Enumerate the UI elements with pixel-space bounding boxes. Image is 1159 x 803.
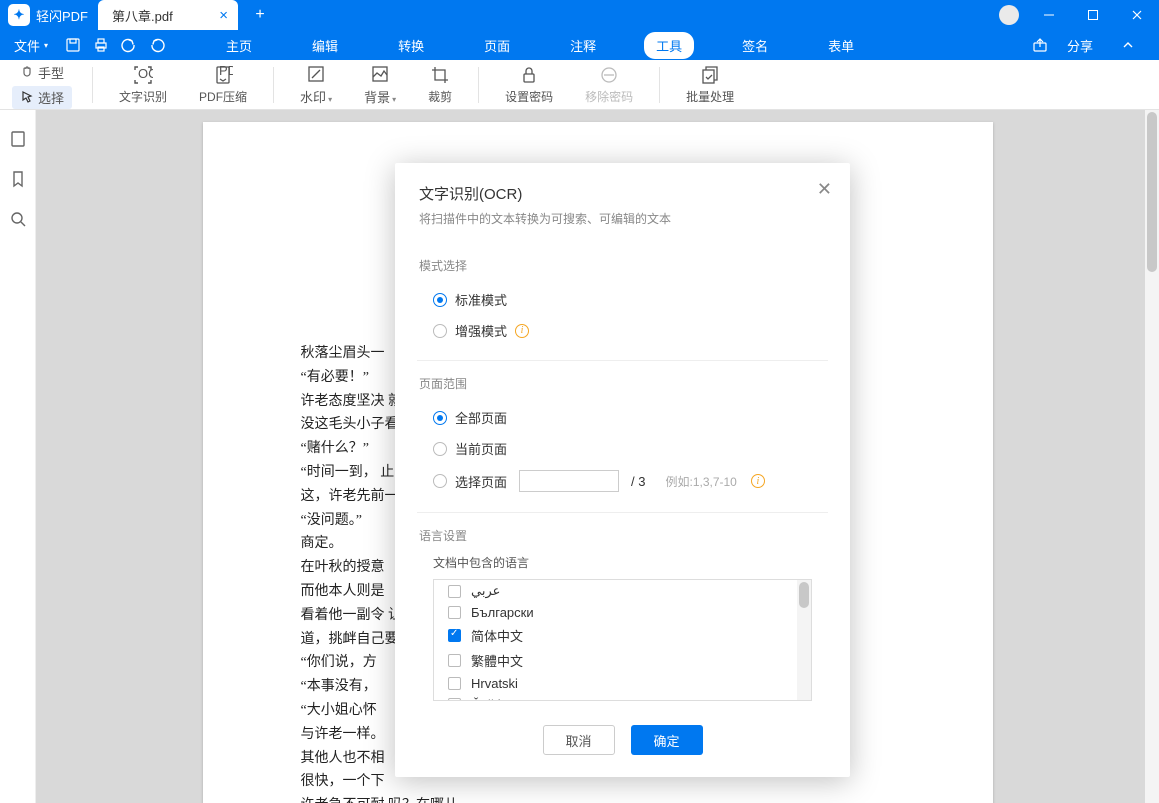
radio-icon — [433, 324, 447, 338]
crop-button[interactable]: 裁剪 — [412, 65, 468, 105]
checkbox-icon — [448, 698, 461, 701]
tab-edit[interactable]: 编辑 — [300, 32, 350, 59]
file-menu[interactable]: 文件▾ — [14, 36, 48, 55]
user-avatar-icon[interactable] — [999, 5, 1019, 25]
tab-tools[interactable]: 工具 — [644, 32, 694, 59]
ocr-dialog: 文字识别(OCR) 将扫描件中的文本转换为可搜索、可编辑的文本 ✕ 模式选择 标… — [395, 163, 850, 777]
language-option[interactable]: عربي — [434, 580, 811, 602]
page-range-input[interactable] — [519, 470, 619, 492]
tab-convert[interactable]: 转换 — [386, 32, 436, 59]
language-name: Čeština — [471, 697, 515, 701]
radio-icon — [433, 293, 447, 307]
language-name: عربي — [471, 583, 500, 599]
save-icon[interactable] — [62, 34, 84, 56]
dialog-subtitle: 将扫描件中的文本转换为可搜索、可编辑的文本 — [419, 210, 826, 227]
ok-button[interactable]: 确定 — [631, 725, 703, 755]
language-option[interactable]: 繁體中文 — [434, 648, 811, 673]
minimize-button[interactable] — [1027, 0, 1071, 30]
menu-bar: 文件▾ 主页 编辑 转换 页面 注释 工具 签名 表单 分享 — [0, 30, 1159, 60]
toolbar: 手型 选择 OCR文字识别 PDFPDF压缩 水印▾ 背景▾ 裁剪 设置密码 移… — [0, 60, 1159, 110]
tab-title: 第八章.pdf — [112, 6, 173, 25]
radio-standard-mode[interactable]: 标准模式 — [419, 284, 826, 315]
language-scrollbar[interactable] — [797, 580, 811, 700]
language-option[interactable]: Čeština — [434, 694, 811, 701]
checkbox-icon — [448, 654, 461, 667]
radio-all-pages[interactable]: 全部页面 — [419, 402, 826, 433]
close-window-button[interactable] — [1115, 0, 1159, 30]
document-tab[interactable]: 第八章.pdf × — [98, 0, 238, 30]
mode-section-title: 模式选择 — [419, 257, 826, 274]
radio-select-pages[interactable]: 选择页面 / 3 例如:1,3,7-10 i — [419, 464, 826, 498]
language-list: عربي Български 简体中文繁體中文 Hrvatski Čeština — [433, 579, 812, 701]
close-tab-icon[interactable]: × — [219, 7, 228, 24]
info-icon[interactable]: i — [751, 474, 765, 488]
batch-button[interactable]: 批量处理 — [670, 65, 750, 105]
page-hint: 例如:1,3,7-10 — [665, 473, 736, 490]
language-name: Hrvatski — [471, 676, 518, 691]
radio-current-page[interactable]: 当前页面 — [419, 433, 826, 464]
tab-annotate[interactable]: 注释 — [558, 32, 608, 59]
document-line: 许老急不可耐 吗？在哪儿 — [273, 794, 923, 803]
share-label[interactable]: 分享 — [1067, 36, 1093, 55]
add-tab-button[interactable]: + — [248, 3, 272, 27]
tab-form[interactable]: 表单 — [816, 32, 866, 59]
radio-icon — [433, 411, 447, 425]
undo-icon[interactable] — [118, 34, 140, 56]
checkbox-icon — [448, 629, 461, 642]
language-label: 文档中包含的语言 — [419, 554, 826, 571]
language-option[interactable]: Български — [434, 602, 811, 623]
radio-icon — [433, 442, 447, 456]
language-option[interactable]: 简体中文 — [434, 623, 811, 648]
title-bar: ✦ 轻闪PDF 第八章.pdf × + — [0, 0, 1159, 30]
info-icon[interactable]: i — [515, 324, 529, 338]
redo-icon[interactable] — [146, 34, 168, 56]
select-mode-button[interactable]: 选择 — [12, 86, 72, 109]
watermark-button[interactable]: 水印▾ — [284, 64, 348, 106]
thumbnails-icon[interactable] — [9, 130, 27, 148]
scroll-thumb[interactable] — [799, 582, 809, 608]
language-name: Български — [471, 605, 534, 620]
tab-sign[interactable]: 签名 — [730, 32, 780, 59]
print-icon[interactable] — [90, 34, 112, 56]
dialog-title: 文字识别(OCR) — [419, 183, 826, 204]
tab-page[interactable]: 页面 — [472, 32, 522, 59]
share-icon[interactable] — [1029, 34, 1051, 56]
radio-icon — [433, 474, 447, 488]
page-total: / 3 — [631, 474, 645, 489]
checkbox-icon — [448, 606, 461, 619]
menu-tabs: 主页 编辑 转换 页面 注释 工具 签名 表单 — [214, 32, 866, 59]
checkbox-icon — [448, 677, 461, 690]
app-name: 轻闪PDF — [36, 6, 88, 25]
compress-button[interactable]: PDFPDF压缩 — [183, 65, 263, 105]
maximize-button[interactable] — [1071, 0, 1115, 30]
cancel-button[interactable]: 取消 — [543, 725, 615, 755]
collapse-ribbon-icon[interactable] — [1117, 34, 1139, 56]
set-password-button[interactable]: 设置密码 — [489, 65, 569, 105]
background-button[interactable]: 背景▾ — [348, 64, 412, 106]
left-sidebar — [0, 110, 36, 803]
scroll-thumb[interactable] — [1147, 112, 1157, 272]
app-logo-icon: ✦ — [8, 4, 30, 26]
dialog-close-icon[interactable]: ✕ — [817, 179, 832, 200]
svg-text:OCR: OCR — [138, 66, 153, 81]
language-name: 繁體中文 — [471, 651, 523, 670]
svg-text:PDF: PDF — [219, 65, 233, 78]
vertical-scrollbar[interactable] — [1145, 110, 1159, 803]
language-name: 简体中文 — [471, 626, 523, 645]
remove-password-button: 移除密码 — [569, 65, 649, 105]
language-section-title: 语言设置 — [419, 527, 826, 544]
tab-home[interactable]: 主页 — [214, 32, 264, 59]
search-icon[interactable] — [9, 210, 27, 228]
radio-enhanced-mode[interactable]: 增强模式i — [419, 315, 826, 346]
language-option[interactable]: Hrvatski — [434, 673, 811, 694]
checkbox-icon — [448, 585, 461, 598]
ocr-button[interactable]: OCR文字识别 — [103, 65, 183, 105]
hand-mode-button[interactable]: 手型 — [12, 61, 72, 84]
bookmark-icon[interactable] — [9, 170, 27, 188]
page-range-section-title: 页面范围 — [419, 375, 826, 392]
